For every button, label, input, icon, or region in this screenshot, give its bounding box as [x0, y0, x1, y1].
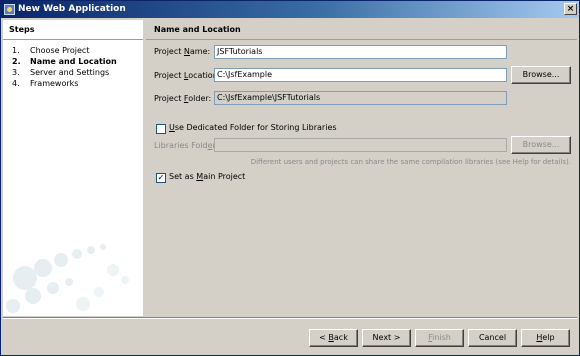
close-button[interactable]: × [564, 3, 577, 15]
project-name-label: Project Name: [154, 46, 210, 58]
next-button[interactable]: Next > [362, 329, 411, 347]
content-panel: Name and Location Project Name: JSFTutor… [146, 20, 577, 316]
page-title: Name and Location [154, 25, 241, 34]
steps-panel: Steps 1. Choose Project 2. Name and Locati… [3, 20, 143, 316]
libraries-folder-label: Libraries Folder: [154, 140, 218, 152]
step-number: 1. [12, 46, 20, 55]
main-project-label[interactable]: Set as Main Project [169, 171, 245, 183]
label-text: ame: [189, 47, 211, 56]
project-name-input[interactable]: JSFTutorials [214, 45, 507, 59]
button-text: inish [432, 333, 451, 342]
finish-button[interactable]: Finish [415, 329, 464, 347]
label-text: Set as [169, 172, 197, 181]
label-text: Project [154, 71, 184, 80]
label-text: Libraries Fold [154, 141, 208, 150]
step-number: 4. [12, 79, 20, 88]
browse-location-button[interactable]: Browse... [511, 66, 571, 84]
browse-libraries-button[interactable]: Browse... [511, 136, 571, 154]
step-number: 2. [12, 57, 21, 66]
back-button[interactable]: < Back [309, 329, 358, 347]
step-label: Frameworks [30, 79, 79, 88]
step-item-server-and-settings: 3. Server and Settings [12, 67, 117, 78]
step-label: Name and Location [30, 57, 117, 66]
label-text: Project [154, 94, 184, 103]
steps-divider [3, 39, 143, 40]
label-text: ain Project [203, 172, 246, 181]
main-project-checkbox[interactable]: ✓ [156, 173, 166, 183]
dedicated-folder-checkbox[interactable] [156, 124, 166, 134]
label-text: older: [188, 94, 212, 103]
step-label: Choose Project [30, 46, 90, 55]
decorative-swirl-graphic [6, 244, 129, 313]
step-number: 3. [12, 68, 20, 77]
step-item-choose-project: 1. Choose Project [12, 45, 117, 56]
label-text: se Dedicated Folder for Storing Librarie… [174, 123, 337, 132]
libraries-folder-input[interactable] [214, 138, 507, 152]
step-label: Server and Settings [30, 68, 110, 77]
content-divider [146, 39, 577, 40]
steps-title: Steps [9, 25, 35, 34]
step-item-name-and-location: 2. Name and Location [12, 56, 117, 67]
cancel-button[interactable]: Cancel [468, 329, 517, 347]
title-bar[interactable]: New Web Application × [1, 1, 579, 18]
button-bar-divider [3, 317, 577, 318]
dedicated-folder-label[interactable]: Use Dedicated Folder for Storing Librari… [169, 122, 337, 134]
project-location-input[interactable]: C:\JsfExample [214, 68, 507, 82]
label-text: Project [154, 47, 184, 56]
netbeans-app-icon [4, 4, 15, 15]
help-button[interactable]: Help [521, 329, 570, 347]
button-text: elp [542, 333, 555, 342]
steps-list: 1. Choose Project 2. Name and Location 3. S… [12, 45, 117, 89]
new-web-application-dialog: New Web Application × Steps 1. Choose Pro… [0, 0, 580, 356]
project-folder-label: Project Folder: [154, 93, 211, 105]
project-folder-field: C:\JsfExample\JSFTutorials [214, 91, 507, 105]
project-location-label: Project Location: [154, 70, 220, 82]
button-text: ack [333, 333, 348, 342]
step-item-frameworks: 4. Frameworks [12, 78, 117, 89]
libraries-help-text: Different users and projects can share t… [250, 158, 571, 166]
window-title: New Web Application [18, 4, 126, 14]
